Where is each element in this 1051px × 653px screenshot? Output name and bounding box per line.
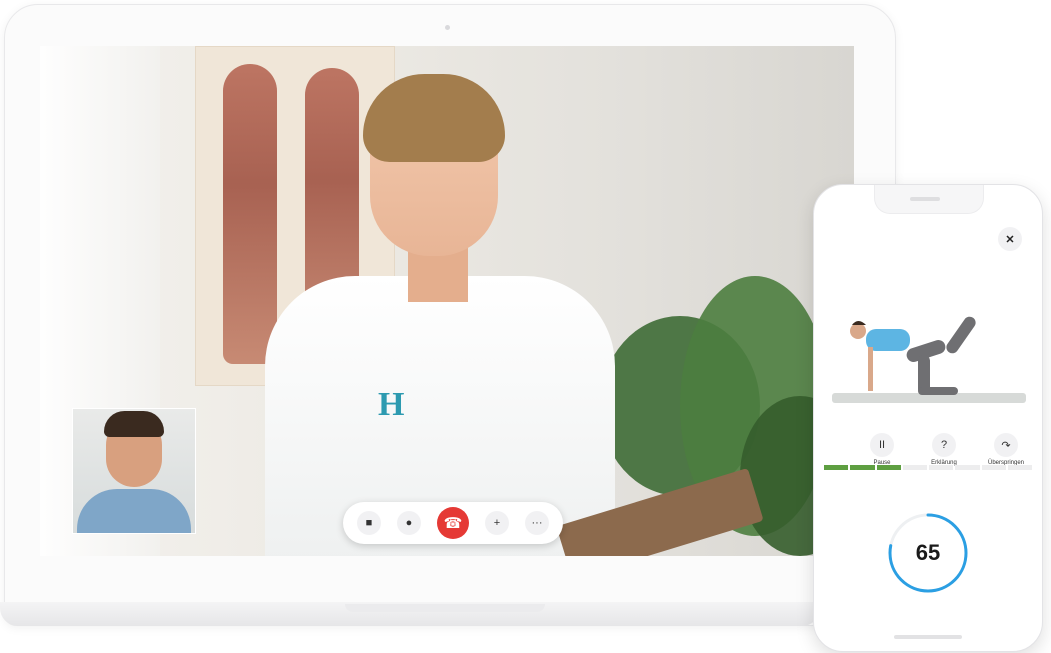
end-call-button[interactable]: ☎: [437, 507, 469, 539]
therapist-video: [245, 66, 625, 556]
pause-icon: II: [870, 433, 894, 457]
close-button[interactable]: ✕: [998, 227, 1022, 251]
camera-button[interactable]: ■: [357, 511, 381, 535]
exercise-illustration: [828, 289, 1030, 409]
close-icon: ✕: [1005, 233, 1015, 246]
call-control-bar: ■ ● ☎ + ···: [343, 502, 563, 544]
progress-segment: [876, 465, 901, 470]
more-icon: ···: [531, 517, 543, 529]
progress-segment: [1007, 465, 1032, 470]
webcam-dot: [445, 25, 450, 30]
laptop-hinge-notch: [345, 604, 545, 612]
progress-segment: [981, 465, 1006, 470]
home-indicator: [894, 635, 962, 639]
skip-icon: ↷: [994, 433, 1018, 457]
phone-frame: ✕ II Pause ? Erklärung ↷ Überspringen 65: [813, 184, 1043, 652]
microphone-button[interactable]: ●: [397, 511, 421, 535]
add-person-button[interactable]: +: [485, 511, 509, 535]
shirt-logo: H: [378, 386, 405, 423]
progress-segment: [955, 465, 980, 470]
therapist-hair: [363, 74, 505, 162]
progress-segment: [850, 465, 875, 470]
progress-segment: [902, 465, 927, 470]
question-icon: ?: [932, 433, 956, 457]
exercise-controls: II Pause ? Erklärung ↷ Überspringen: [854, 433, 1034, 466]
pause-button[interactable]: II Pause: [854, 433, 910, 466]
self-view-hair: [104, 411, 164, 437]
end-call-icon: ☎: [443, 515, 463, 532]
exercise-progress-bar: [824, 465, 1032, 470]
progress-segment: [929, 465, 954, 470]
microphone-icon: ●: [405, 517, 413, 529]
exercise-figure: [850, 316, 976, 395]
add-person-icon: +: [493, 517, 501, 529]
self-view-video[interactable]: [72, 408, 196, 534]
more-options-button[interactable]: ···: [525, 511, 549, 535]
camera-icon: ■: [365, 517, 373, 529]
phone-speaker: [910, 197, 940, 201]
skip-button[interactable]: ↷ Überspringen: [978, 433, 1034, 466]
self-view-shirt: [77, 489, 191, 533]
progress-segment: [824, 465, 849, 470]
explanation-button[interactable]: ? Erklärung: [916, 433, 972, 466]
timer-value: 65: [915, 540, 941, 565]
countdown-timer: 65: [884, 509, 972, 597]
